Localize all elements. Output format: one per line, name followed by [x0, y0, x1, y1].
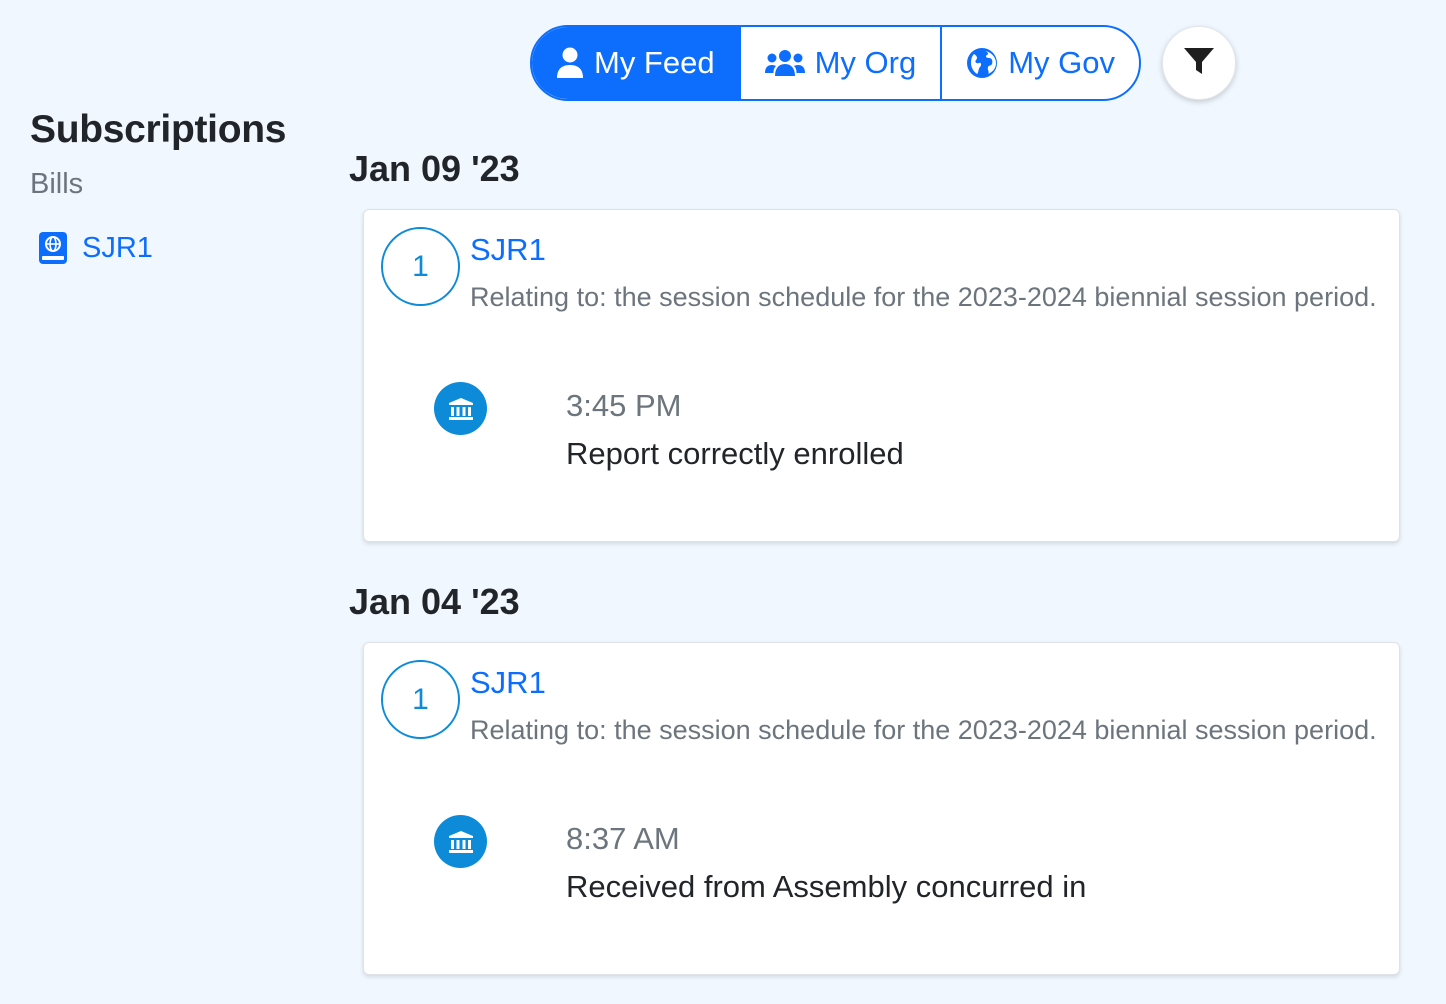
update-count-badge: 1	[381, 660, 460, 739]
app-root: Subscriptions Bills SJR1 My Feed My Org …	[0, 0, 1446, 1004]
feed-card: 1 SJR1 Relating to: the session schedule…	[363, 642, 1400, 975]
bill-description: Relating to: the session schedule for th…	[470, 715, 1377, 745]
bill-description: Relating to: the session schedule for th…	[470, 282, 1377, 312]
tab-my-feed-label: My Feed	[594, 45, 715, 80]
bill-book-icon	[38, 231, 68, 265]
bills-section-label: Bills	[30, 168, 84, 200]
subscriptions-sidebar: Subscriptions Bills SJR1	[30, 108, 320, 265]
user-icon	[556, 47, 584, 79]
government-building-icon	[434, 815, 487, 868]
event-time: 3:45 PM	[566, 388, 682, 423]
event-action: Received from Assembly concurred in	[566, 869, 1087, 904]
tab-my-org[interactable]: My Org	[738, 27, 941, 99]
feed-card: 1 SJR1 Relating to: the session schedule…	[363, 209, 1400, 542]
government-building-icon	[434, 382, 487, 435]
event-time: 8:37 AM	[566, 821, 680, 856]
bill-link[interactable]: SJR1	[470, 232, 546, 268]
bill-link[interactable]: SJR1	[470, 665, 546, 701]
users-icon	[764, 49, 805, 77]
event-action: Report correctly enrolled	[566, 436, 904, 471]
tab-my-feed[interactable]: My Feed	[532, 27, 739, 99]
tab-my-org-label: My Org	[814, 45, 917, 80]
subscription-item-sjr1[interactable]: SJR1	[38, 231, 320, 265]
tab-my-gov-label: My Gov	[1008, 45, 1116, 80]
filter-icon	[1182, 44, 1216, 83]
tab-my-gov[interactable]: My Gov	[940, 27, 1139, 99]
update-count-badge: 1	[381, 227, 460, 306]
feed-date-heading: Jan 04 '23	[349, 581, 520, 622]
globe-icon	[966, 47, 998, 79]
feed-scope-tabs: My Feed My Org My Gov	[530, 25, 1142, 101]
subscription-item-label: SJR1	[82, 231, 153, 264]
filter-button[interactable]	[1162, 26, 1236, 100]
feed-date-heading: Jan 09 '23	[349, 148, 520, 189]
sidebar-title: Subscriptions	[30, 108, 287, 151]
